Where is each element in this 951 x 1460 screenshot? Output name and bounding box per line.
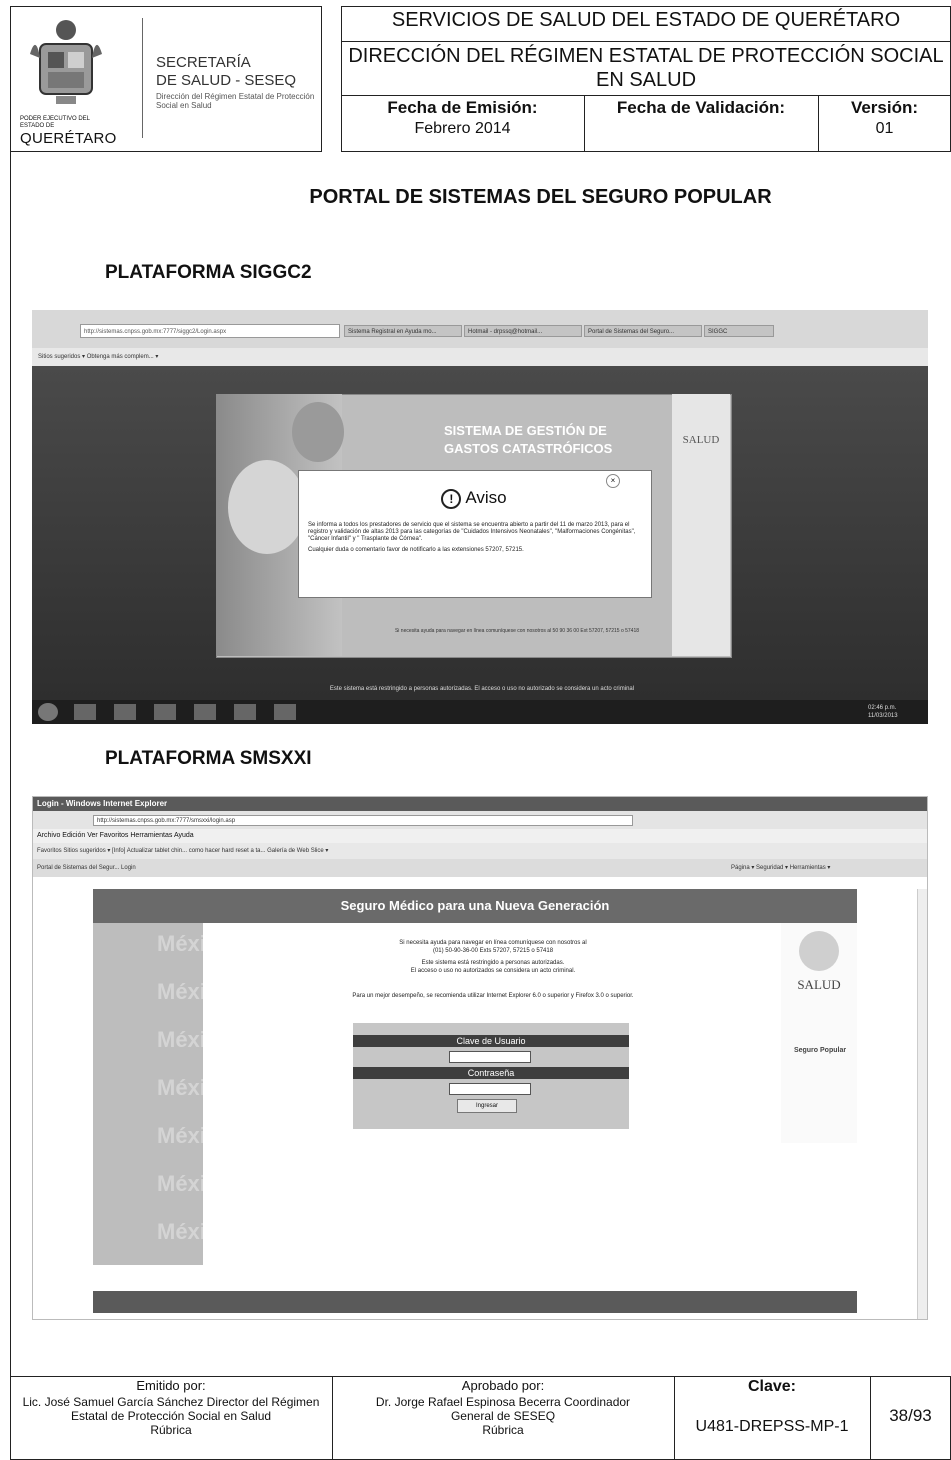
aprobado-label: Aprobado por:	[461, 1378, 545, 1393]
login-button[interactable]: Ingresar	[457, 1099, 517, 1113]
system-title-line1: SISTEMA DE GESTIÓN DE	[444, 423, 607, 438]
aprobado-rubrica: Rúbrica	[482, 1423, 524, 1437]
seguro-popular-logo: Seguro Popular	[793, 1047, 847, 1054]
aprobado-cell: Aprobado por: Dr. Jorge Rafael Espinosa …	[332, 1376, 674, 1460]
version-value: 01	[875, 120, 894, 137]
photo-face	[292, 402, 344, 462]
clave-cell: Clave: U481-DREPSS-MP-1	[674, 1376, 870, 1460]
user-label: Clave de Usuario	[353, 1035, 629, 1047]
close-icon[interactable]: ×	[606, 474, 620, 488]
version-cell: Versión: 01	[818, 96, 951, 152]
watermark-text: México	[157, 1219, 203, 1244]
logo-small-text: PODER EJECUTIVO DEL ESTADO DE	[20, 116, 90, 129]
fecha-emision-value: Febrero 2014	[414, 120, 511, 137]
watermark-text: México	[157, 1171, 203, 1196]
emitido-cell: Emitido por: Lic. José Samuel García Sán…	[10, 1376, 332, 1460]
seal-icon	[799, 931, 839, 971]
org-title: SERVICIOS DE SALUD DEL ESTADO DE QUERÉTA…	[341, 6, 951, 42]
address-bar[interactable]: http://sistemas.cnpss.gob.mx:7777/smsxxi…	[93, 815, 633, 826]
salud-logo: SALUD	[682, 434, 720, 446]
emitido-label: Emitido por:	[136, 1378, 206, 1393]
help-line3: Este sistema está restringido a personas…	[421, 960, 565, 966]
browser-tab[interactable]: SIGGC	[704, 325, 774, 337]
tab-labels[interactable]: Portal de Sistemas del Segur... Login	[37, 865, 136, 871]
window-title: Login - Windows Internet Explorer	[33, 797, 927, 811]
help-text: Si necesita ayuda para navegar en línea …	[263, 939, 723, 975]
password-label: Contraseña	[353, 1067, 629, 1079]
media-icon[interactable]	[154, 704, 176, 720]
alert-icon: !	[441, 488, 462, 509]
page-cell: 38/93	[870, 1376, 951, 1460]
aviso-title-text: Aviso	[465, 488, 507, 507]
ie-icon[interactable]	[74, 704, 96, 720]
emitido-rubrica: Rúbrica	[150, 1423, 192, 1437]
app-icon[interactable]	[234, 704, 256, 720]
help-line1: Si necesita ayuda para navegar en línea …	[399, 940, 587, 946]
app-icon[interactable]	[274, 704, 296, 720]
fecha-emision-cell: Fecha de Emisión: Febrero 2014	[341, 96, 584, 152]
favorites-bar[interactable]: Sitios sugeridos ▾ Obtenga más complem..…	[32, 348, 928, 366]
platform2-title: PLATAFORMA SMSXXI	[105, 748, 312, 769]
portal-title: PORTAL DE SISTEMAS DEL SEGURO POPULAR	[309, 186, 772, 208]
menu-bar[interactable]: Archivo Edición Ver Favoritos Herramient…	[33, 829, 927, 843]
photo-face	[228, 460, 306, 554]
state-crest-icon	[30, 20, 102, 104]
smsxxi-screenshot: Login - Windows Internet Explorer http:/…	[32, 796, 928, 1320]
clock-date: 11/03/2013	[868, 713, 898, 719]
toolbar-right[interactable]: Página ▾ Seguridad ▾ Herramientas ▾	[731, 859, 830, 877]
salud-logo: SALUD	[797, 977, 841, 992]
aprobado-text: Dr. Jorge Rafael Espinosa Becerra Coordi…	[375, 1395, 631, 1423]
browser-tab[interactable]: Hotmail - drpssq@hotmail...	[464, 325, 582, 337]
watermark-text: México	[157, 1027, 203, 1052]
favorites-bar[interactable]: Favoritos Sitios sugeridos ▾ [Info] Actu…	[33, 843, 927, 859]
version-label: Versión:	[850, 98, 919, 117]
browser-recommendation: Para un mejor desempeño, se recomienda u…	[352, 993, 634, 999]
system-title: SISTEMA DE GESTIÓN DE GASTOS CATASTRÓFIC…	[444, 422, 612, 458]
dept-title: DIRECCIÓN DEL RÉGIMEN ESTATAL DE PROTECC…	[341, 42, 951, 96]
logo-separator	[142, 18, 143, 138]
watermark-text: México	[157, 931, 203, 956]
aviso-text2: Cualquier duda o comentario favor de not…	[308, 547, 524, 553]
user-input[interactable]	[449, 1051, 531, 1063]
chart-app-icon[interactable]	[194, 704, 216, 720]
watermark-text: México	[157, 1075, 203, 1100]
siggc2-screenshot: http://sistemas.cnpss.gob.mx:7777/siggc2…	[32, 310, 928, 724]
page-number: 38/93	[889, 1406, 932, 1425]
clock-time: 02:46 p.m.	[868, 705, 897, 711]
clave-label: Clave:	[747, 1378, 797, 1395]
aviso-text: Se informa a todos los prestadores de se…	[308, 522, 636, 542]
fecha-emision-label: Fecha de Emisión:	[387, 98, 538, 117]
help-line4: El acceso o uso no autorizados se consid…	[410, 968, 576, 974]
secretaria-line3: Dirección del Régimen Estatal de Protecc…	[156, 92, 315, 110]
page-banner: Seguro Médico para una Nueva Generación	[93, 889, 857, 923]
help-line2: (01) 50-90-36-00 Exts 57207, 57215 o 574…	[432, 948, 554, 954]
page-footer-band	[93, 1291, 857, 1313]
password-input[interactable]	[449, 1083, 531, 1095]
watermark-text: México	[157, 979, 203, 1004]
start-button-icon[interactable]	[38, 703, 58, 721]
address-bar[interactable]: http://sistemas.cnpss.gob.mx:7777/siggc2…	[80, 324, 340, 338]
clock: 02:46 p.m. 11/03/2013	[868, 704, 898, 720]
logo-state-name: QUERÉTARO	[20, 130, 117, 147]
help-text: Si necesita ayuda para navegar en línea …	[394, 628, 640, 634]
aviso-body: Se informa a todos los prestadores de se…	[308, 522, 642, 554]
watermark-column: México México México México México Méxic…	[93, 923, 203, 1265]
fecha-validacion-cell: Fecha de Validación:	[584, 96, 818, 152]
scrollbar[interactable]	[917, 889, 927, 1319]
emitido-text: Lic. José Samuel García Sánchez Director…	[22, 1395, 320, 1423]
browser-tab[interactable]: Sistema Registral en Ayuda mo...	[344, 325, 462, 337]
platform1-title: PLATAFORMA SIGGC2	[105, 262, 312, 283]
clave-value: U481-DREPSS-MP-1	[695, 1418, 849, 1435]
browser-tab[interactable]: Portal de Sistemas del Seguro...	[584, 325, 702, 337]
system-title-line2: GASTOS CATASTRÓFICOS	[444, 441, 613, 456]
tab-bar[interactable]: Portal de Sistemas del Segur... Login Pá…	[33, 859, 927, 877]
aviso-title: ! Aviso	[298, 488, 650, 509]
watermark-text: México	[157, 1123, 203, 1148]
secretaria-line2: DE SALUD - SESEQ	[156, 72, 297, 89]
left-margin-rule	[10, 150, 11, 1460]
fecha-validacion-label: Fecha de Validación:	[616, 98, 786, 117]
restricted-notice: Este sistema está restringido a personas…	[329, 686, 635, 692]
secretaria-line1: SECRETARÍA	[156, 54, 251, 71]
folder-icon[interactable]	[114, 704, 136, 720]
